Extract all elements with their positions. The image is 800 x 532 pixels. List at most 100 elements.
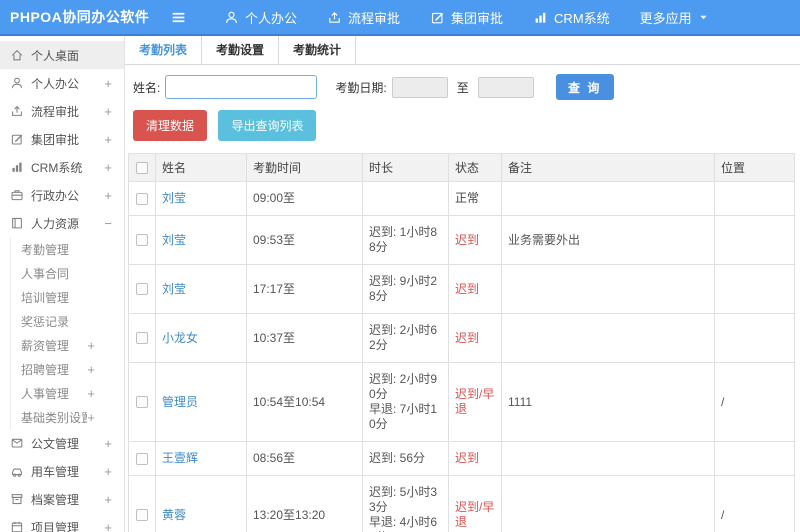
name-link[interactable]: 管理员 [162, 395, 198, 409]
location-cell [714, 181, 795, 216]
table-row: 小龙女 10:37至 迟到: 2小时62分 迟到 [128, 313, 795, 363]
tab-attendance-stats[interactable]: 考勤统计 [279, 36, 357, 64]
sidebar-subitem-rewards[interactable]: 奖惩记录 [11, 309, 124, 333]
col-header-time: 考勤时间 [246, 153, 363, 182]
expand-icon[interactable]: + [104, 188, 112, 203]
date-to-input[interactable] [477, 76, 534, 98]
name-link[interactable]: 小龙女 [162, 331, 198, 345]
name-link[interactable]: 刘莹 [162, 191, 186, 205]
expand-icon[interactable]: + [104, 492, 112, 507]
tab-attendance-list[interactable]: 考勤列表 [125, 36, 203, 64]
collapse-icon[interactable]: − [104, 216, 112, 231]
sidebar-subitem-salary[interactable]: 薪资管理 + [11, 333, 124, 357]
col-header-duration: 时长 [362, 153, 449, 182]
sidebar-subitem-personnel[interactable]: 人事管理 + [11, 381, 124, 405]
action-buttons: 清理数据 导出查询列表 [125, 108, 800, 151]
row-checkbox[interactable] [136, 396, 148, 409]
car-icon [10, 464, 24, 478]
nav-item-crm[interactable]: CRM系统 [518, 0, 625, 34]
expand-icon[interactable]: + [104, 520, 112, 532]
row-checkbox[interactable] [136, 192, 148, 205]
nav-item-more-apps[interactable]: 更多应用 [625, 0, 724, 34]
expand-icon[interactable]: + [104, 436, 112, 451]
table-header-row: 姓名 考勤时间 时长 状态 备注 位置 [128, 153, 795, 182]
time-cell: 10:37至 [246, 313, 363, 363]
sidebar-item-personal-office[interactable]: 个人办公 + [0, 69, 124, 97]
user-icon [224, 10, 239, 25]
nav-item-workflow-approval[interactable]: 流程审批 [312, 0, 415, 34]
sidebar-item-archive[interactable]: 档案管理 + [0, 485, 124, 513]
duration-cell [362, 181, 449, 216]
nav-item-personal-office[interactable]: 个人办公 [209, 0, 312, 34]
share-icon [327, 10, 342, 25]
sidebar-item-document[interactable]: 公文管理 + [0, 429, 124, 457]
row-checkbox[interactable] [136, 332, 148, 345]
date-label: 考勤日期: [335, 80, 387, 95]
sidebar-item-hr[interactable]: 人力资源 − [0, 209, 124, 237]
export-button[interactable]: 导出查询列表 [218, 110, 317, 141]
tab-bar: 考勤列表 考勤设置 考勤统计 [125, 36, 800, 65]
location-cell [714, 313, 795, 363]
sidebar-item-vehicle[interactable]: 用车管理 + [0, 457, 124, 485]
row-checkbox[interactable] [136, 234, 148, 247]
sidebar-item-admin-office[interactable]: 行政办公 + [0, 181, 124, 209]
nav-item-label: 集团审批 [451, 10, 504, 26]
expand-icon[interactable]: + [104, 464, 112, 479]
expand-icon[interactable]: + [104, 76, 112, 91]
table-row: 黄蓉 13:20至13:20迟到: 5小时33分早退: 4小时67分迟到/早退 / [128, 475, 795, 532]
table-row: 刘莹 09:53至 迟到: 1小时88分 迟到 业务需要外出 [128, 215, 795, 265]
search-button[interactable]: 查 询 [555, 74, 614, 100]
tab-attendance-settings[interactable]: 考勤设置 [202, 36, 280, 64]
select-all-header [128, 153, 156, 182]
sidebar-item-crm[interactable]: CRM系统 + [0, 153, 124, 181]
note-cell [501, 441, 715, 476]
name-link[interactable]: 王壹辉 [162, 451, 198, 465]
sidebar-subitem-base-category[interactable]: 基础类别设置 + [11, 405, 124, 429]
sidebar-subitem-label: 薪资管理 [21, 338, 70, 353]
note-cell [501, 181, 715, 216]
nav-item-group-approval[interactable]: 集团审批 [415, 0, 518, 34]
sidebar-item-label: 个人桌面 [31, 48, 80, 63]
expand-icon[interactable]: + [87, 362, 95, 377]
attendance-table: 姓名 考勤时间 时长 状态 备注 位置 刘莹 09:00至 正常 刘莹 09:53至 迟到: 1小时… [128, 153, 795, 532]
note-cell: 业务需要外出 [501, 215, 715, 265]
location-cell: / [714, 362, 795, 442]
time-cell: 17:17至 [246, 264, 363, 314]
row-checkbox[interactable] [136, 283, 148, 296]
date-from-input[interactable] [391, 76, 448, 98]
sidebar-subitem-recruit[interactable]: 招聘管理 + [11, 357, 124, 381]
sidebar-subitem-attendance[interactable]: 考勤管理 [11, 237, 124, 261]
user-icon [10, 76, 24, 90]
sidebar-item-label: 人力资源 [31, 216, 80, 231]
expand-icon[interactable]: + [104, 132, 112, 147]
sidebar-item-project[interactable]: 项目管理 + [0, 513, 124, 532]
col-header-note: 备注 [501, 153, 715, 182]
location-cell [714, 441, 795, 476]
sidebar-item-label: 用车管理 [31, 464, 80, 479]
nav-item-label: 更多应用 [639, 10, 692, 26]
top-navbar: PHPOA协同办公软件 个人办公 流程审批 集团审批 CRM系统 更多应用 [0, 0, 800, 36]
sidebar-item-personal-desktop[interactable]: 个人桌面 [0, 41, 124, 69]
expand-icon[interactable]: + [87, 338, 95, 353]
row-checkbox[interactable] [136, 509, 148, 522]
row-checkbox[interactable] [136, 452, 148, 465]
select-all-checkbox[interactable] [136, 162, 148, 175]
expand-icon[interactable]: + [104, 160, 112, 175]
name-link[interactable]: 刘莹 [162, 282, 186, 296]
sidebar-subitem-hr-contract[interactable]: 人事合同 [11, 261, 124, 285]
app-logo: PHPOA协同办公软件 [10, 9, 150, 25]
clear-data-button[interactable]: 清理数据 [133, 110, 208, 141]
name-input[interactable] [165, 75, 318, 99]
duration-cell: 迟到: 2小时62分 [362, 313, 449, 363]
name-link[interactable]: 刘莹 [162, 233, 186, 247]
sidebar-subitem-training[interactable]: 培训管理 [11, 285, 124, 309]
sidebar-item-workflow-approval[interactable]: 流程审批 + [0, 97, 124, 125]
to-label: 至 [456, 80, 469, 95]
name-link[interactable]: 黄蓉 [162, 508, 186, 522]
sidebar-item-group-approval[interactable]: 集团审批 + [0, 125, 124, 153]
expand-icon[interactable]: + [87, 386, 95, 401]
sidebar-toggle-button[interactable] [170, 9, 187, 26]
expand-icon[interactable]: + [87, 410, 95, 425]
sidebar-item-label: 个人办公 [31, 76, 80, 91]
expand-icon[interactable]: + [104, 104, 112, 119]
